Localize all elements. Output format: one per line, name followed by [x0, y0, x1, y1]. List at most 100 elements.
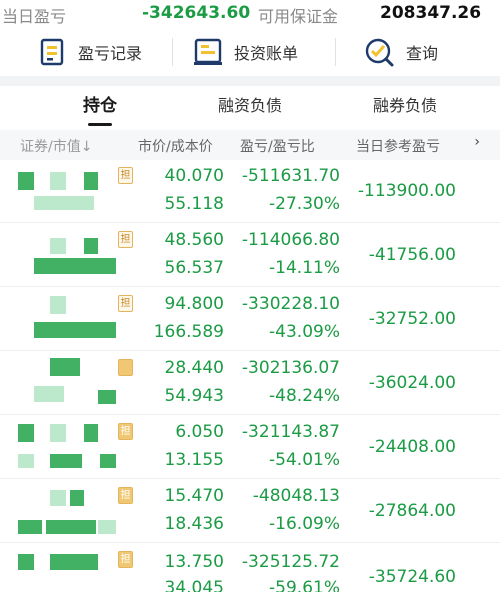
- margin-collateral-badge: 担: [118, 487, 133, 504]
- table-row[interactable]: 担 40.070 55.118 -511631.70 -27.30% -1139…: [0, 160, 500, 223]
- pnl-amount: -511631.70: [241, 166, 340, 186]
- query-label: 查询: [406, 44, 439, 63]
- redacted-name-block: [84, 172, 98, 190]
- cost-price: 18.436: [164, 514, 224, 534]
- header-daily-pnl[interactable]: 当日参考盈亏: [356, 136, 440, 156]
- daily-pnl-value: -342643.60: [142, 3, 251, 23]
- profit-loss-record-icon: [40, 38, 64, 66]
- daily-reference-pnl: -113900.00: [357, 181, 456, 201]
- redacted-name-block: [50, 172, 66, 190]
- cost-price: 13.155: [164, 450, 224, 470]
- redacted-name-block: [18, 172, 34, 190]
- query-button[interactable]: 查询: [364, 32, 438, 72]
- redacted-name-block: [50, 424, 66, 442]
- pnl-ratio: -16.09%: [269, 514, 340, 534]
- redacted-name-block: [50, 358, 80, 376]
- margin-collateral-badge: 担: [118, 167, 133, 184]
- cost-price: 56.537: [164, 258, 224, 278]
- profit-loss-record-label: 盈亏记录: [78, 44, 143, 63]
- tab-securities-lending-liabilities[interactable]: 融券负债: [355, 86, 455, 130]
- daily-reference-pnl: -24408.00: [368, 437, 456, 457]
- investment-bill-icon: [194, 38, 222, 65]
- redacted-value-block: [34, 386, 64, 402]
- daily-pnl-label: 当日盈亏: [2, 7, 67, 26]
- pnl-amount: -325125.72: [241, 552, 340, 572]
- pnl-amount: -48048.13: [252, 486, 340, 506]
- market-price: 40.070: [164, 166, 224, 186]
- market-price: 48.560: [164, 230, 224, 250]
- daily-reference-pnl: -41756.00: [368, 245, 456, 265]
- market-price: 28.440: [164, 358, 224, 378]
- market-price: 94.800: [164, 294, 224, 314]
- profit-loss-record-button[interactable]: 盈亏记录: [38, 32, 142, 72]
- position-tabs: 持仓 融资负债 融券负债: [0, 86, 500, 130]
- pnl-ratio: -59.61%: [269, 578, 340, 592]
- redacted-value-block: [18, 454, 34, 468]
- more-columns-arrow-icon[interactable]: ›: [474, 134, 480, 150]
- tab-financing-liabilities[interactable]: 融资负债: [200, 86, 300, 130]
- redacted-value-block: [34, 196, 94, 210]
- margin-collateral-badge: 担: [118, 423, 133, 440]
- cost-price: 54.943: [164, 386, 224, 406]
- divider: [172, 38, 173, 66]
- cost-price: 55.118: [164, 194, 224, 214]
- redacted-value-block: [34, 322, 116, 338]
- section-gap: [0, 76, 500, 86]
- table-row[interactable]: 担 15.470 18.436 -48048.13 -16.09% -27864…: [0, 480, 500, 543]
- tab-holdings-label: 持仓: [83, 96, 117, 116]
- redacted-value-block: [18, 520, 42, 534]
- available-margin-label: 可用保证金: [258, 7, 339, 26]
- table-row[interactable]: 担 48.560 56.537 -114066.80 -14.11% -4175…: [0, 224, 500, 287]
- pnl-amount: -302136.07: [241, 358, 340, 378]
- market-price: 6.050: [175, 422, 224, 442]
- margin-collateral-badge: 担: [118, 295, 133, 312]
- market-price: 13.750: [164, 552, 224, 572]
- pnl-amount: -330228.10: [241, 294, 340, 314]
- redacted-name-block: [50, 238, 66, 254]
- table-row[interactable]: 担 13.750 34.045 -325125.72 -59.61% -3572…: [0, 544, 500, 592]
- query-icon: [365, 38, 394, 67]
- redacted-name-block: [18, 424, 34, 442]
- daily-reference-pnl: -35724.60: [368, 567, 456, 587]
- pnl-amount: -114066.80: [241, 230, 340, 250]
- redacted-name-block: [70, 490, 84, 506]
- redacted-value-block: [46, 520, 96, 534]
- daily-reference-pnl: -32752.00: [368, 309, 456, 329]
- redacted-name-block: [50, 296, 66, 314]
- holdings-table-header: 证券/市值↓ 市价/成本价 盈亏/盈亏比 当日参考盈亏 ›: [0, 130, 500, 160]
- daily-reference-pnl: -36024.00: [368, 373, 456, 393]
- header-price-cost[interactable]: 市价/成本价: [138, 136, 213, 156]
- tab-financing-label: 融资负债: [217, 96, 282, 115]
- redacted-name-block: [50, 554, 98, 570]
- redacted-value-block: [34, 258, 116, 274]
- account-summary-bar: 当日盈亏 -342643.60 可用保证金 208347.26: [0, 0, 500, 28]
- redacted-name-block: [84, 238, 98, 254]
- header-pnl-ratio[interactable]: 盈亏/盈亏比: [240, 136, 315, 156]
- tab-holdings[interactable]: 持仓: [60, 86, 140, 130]
- active-tab-indicator: [88, 123, 112, 126]
- pnl-ratio: -14.11%: [269, 258, 340, 278]
- pnl-ratio: -48.24%: [269, 386, 340, 406]
- table-row[interactable]: 担 94.800 166.589 -330228.10 -43.09% -327…: [0, 288, 500, 351]
- margin-collateral-badge: 担: [118, 231, 133, 248]
- available-margin-value: 208347.26: [380, 3, 482, 23]
- market-price: 15.470: [164, 486, 224, 506]
- pnl-ratio: -54.01%: [269, 450, 340, 470]
- redacted-name-block: [50, 490, 66, 506]
- redacted-value-block: [100, 454, 116, 468]
- investment-bill-label: 投资账单: [234, 44, 299, 63]
- redacted-value-block: [98, 520, 116, 534]
- investment-bill-button[interactable]: 投资账单: [192, 32, 298, 72]
- table-row[interactable]: 28.440 54.943 -302136.07 -48.24% -36024.…: [0, 352, 500, 415]
- header-security-market-value[interactable]: 证券/市值↓: [20, 136, 92, 156]
- daily-reference-pnl: -27864.00: [368, 501, 456, 521]
- redacted-name-block: [18, 554, 34, 570]
- tab-lending-label: 融券负债: [372, 96, 437, 115]
- margin-collateral-badge: 担: [118, 551, 133, 568]
- table-row[interactable]: 担 6.050 13.155 -321143.87 -54.01% -24408…: [0, 416, 500, 479]
- pnl-amount: -321143.87: [241, 422, 340, 442]
- divider: [335, 38, 336, 66]
- cost-price: 34.045: [164, 578, 224, 592]
- quick-actions-row: 盈亏记录 投资账单 查询: [0, 30, 500, 74]
- redacted-value-block: [98, 390, 116, 404]
